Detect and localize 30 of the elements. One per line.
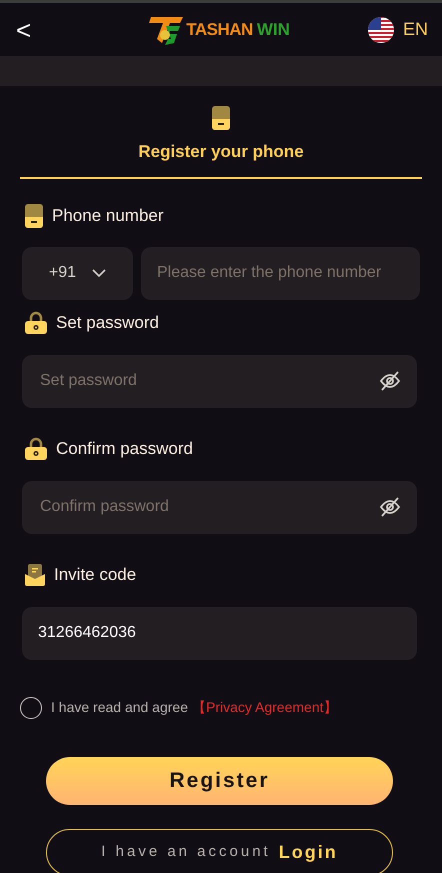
phone-input-field[interactable]: Please enter the phone number	[141, 246, 420, 300]
chevron-down-icon	[92, 269, 106, 277]
eye-slash-icon[interactable]	[379, 496, 401, 518]
phone-icon	[211, 105, 231, 131]
field-label: Phone number	[52, 204, 164, 227]
privacy-agreement-link[interactable]: 【Privacy Agreement】	[192, 697, 338, 718]
language-selector[interactable]: EN	[402, 16, 428, 43]
password-input[interactable]: Set password	[38, 368, 379, 394]
password-field[interactable]: Confirm password	[22, 480, 417, 534]
envelope-icon	[24, 562, 46, 586]
country-code-dropdown[interactable]: +91	[22, 246, 133, 300]
field-label: Invite code	[54, 564, 136, 586]
back-button[interactable]: <	[16, 16, 32, 42]
eye-slash-icon[interactable]	[379, 370, 401, 392]
register-tab[interactable]: Register your phone	[20, 95, 422, 178]
password-field[interactable]: Set password	[22, 354, 417, 408]
agreement-checkbox[interactable]	[20, 696, 42, 718]
field-label: Set password	[56, 312, 159, 334]
logo-text: WIN	[256, 18, 290, 41]
password-input[interactable]: Confirm password	[38, 494, 379, 520]
flag-icon	[366, 16, 395, 44]
register-button[interactable]: Register	[46, 756, 393, 804]
agreement-text: I have read and agree	[51, 698, 188, 717]
invite-code-field[interactable]: 31266462036	[22, 606, 417, 660]
lock-icon	[24, 436, 48, 460]
phone-icon	[24, 202, 44, 228]
field-label: Confirm password	[56, 438, 193, 460]
login-button[interactable]: I have an account Login	[46, 828, 393, 873]
lock-icon	[24, 310, 48, 334]
logo-text: TASHAN	[186, 18, 253, 41]
